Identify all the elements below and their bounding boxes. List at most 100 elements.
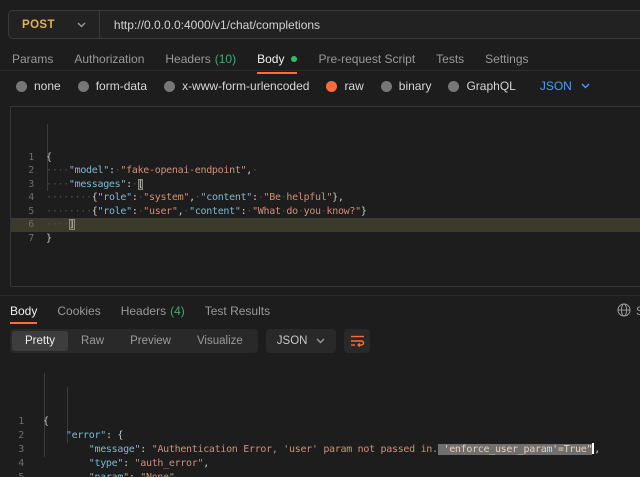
code-token: "Be [264,192,281,203]
code-token: "fake-openai-endpoint" [120,165,246,176]
response-body-viewer[interactable]: 1{2 "error": {3 "message": "Authenticati… [0,357,640,477]
chevron-down-icon [316,338,325,344]
code-text: ········{"role":·"user",·"content":·"Wha… [34,205,367,219]
code-line-7[interactable]: 7} [11,232,640,246]
wrap-text-button[interactable] [344,329,370,353]
code-token: helpful" [286,192,332,203]
code-token: "Authentication Error, 'user' param not … [152,444,438,455]
chevron-down-icon [77,22,86,28]
code-token: ···· [46,179,69,190]
code-line-5[interactable]: 5········{"role":·"user",·"content":·"Wh… [11,205,640,219]
separator [0,70,640,71]
code-token [43,430,66,441]
line-number: 3 [0,443,24,457]
tab-tests[interactable]: Tests [436,52,464,66]
tab-params[interactable]: Params [12,52,53,66]
view-visualize[interactable]: Visualize [184,331,256,351]
code-token: "system" [143,192,189,203]
request-tabs: Params Authorization Headers(10) Body Pr… [12,49,529,69]
tab-pre-request-script[interactable]: Pre-request Script [318,52,415,66]
code-line-6[interactable]: 6····] [11,218,640,232]
response-tab-headers[interactable]: Headers(4) [121,304,185,318]
code-text: ····"messages":·[ [34,178,143,192]
chevron-down-icon [581,83,590,89]
code-token: do [286,206,297,217]
code-token: "error" [66,430,106,441]
view-raw[interactable]: Raw [68,331,117,351]
code-line-1[interactable]: 1{ [11,151,640,165]
radio-binary[interactable]: binary [381,79,432,93]
tab-body[interactable]: Body [257,52,297,66]
radio-button-icon [164,81,175,92]
radio-form-data[interactable]: form-data [78,79,147,93]
code-token [43,444,89,455]
code-line-4[interactable]: 4 "type": "auth_error", [0,457,640,471]
selected-text: 'enforce_user_param'=True" [438,444,592,455]
code-token: } [361,206,367,217]
tab-headers[interactable]: Headers(10) [165,52,236,66]
code-token: · [132,179,138,190]
view-pretty[interactable]: Pretty [12,331,68,351]
radio-button-icon [381,81,392,92]
code-token: "user" [143,206,177,217]
code-token: · [252,165,258,176]
code-line-2[interactable]: 2····"model":·"fake-openai-endpoint",· [11,164,640,178]
response-language-select[interactable]: JSON [266,329,337,353]
code-token: ········ [46,192,92,203]
code-line-4[interactable]: 4········{"role":·"system",·"content":·"… [11,191,640,205]
line-number: 7 [11,232,34,246]
radio-button-icon [448,81,459,92]
code-line-2[interactable]: 2 "error": { [0,429,640,443]
code-text: { [24,415,49,429]
code-token: "content" [189,206,241,217]
code-token: "content" [201,192,253,203]
response-tab-body[interactable]: Body [10,304,37,318]
code-token: know?" [327,206,361,217]
radio-none[interactable]: none [16,79,61,93]
code-line-5[interactable]: 5 "param": "None", [0,471,640,477]
code-token: }, [332,192,343,203]
tab-authorization[interactable]: Authorization [74,52,144,66]
request-body-editor[interactable]: 1{2····"model":·"fake-openai-endpoint",·… [10,106,640,287]
code-token: , [203,458,209,469]
code-token: ] [69,219,75,230]
body-type-row: none form-data x-www-form-urlencoded raw… [16,77,590,95]
method-selector[interactable]: POST [9,11,99,38]
radio-graphql[interactable]: GraphQL [448,79,515,93]
response-toolbar: Pretty Raw Preview Visualize JSON [10,329,370,353]
code-line-1[interactable]: 1{ [0,415,640,429]
wrap-text-icon [350,334,365,348]
active-tab-underline [10,322,37,324]
code-text: "param": "None", [24,471,180,477]
code-token: : [140,444,151,455]
code-token [43,472,89,477]
tab-settings[interactable]: Settings [485,52,528,66]
view-preview[interactable]: Preview [117,331,184,351]
radio-x-www-form-urlencoded[interactable]: x-www-form-urlencoded [164,79,309,93]
code-token: ···· [46,165,69,176]
headers-count-badge: (4) [170,304,185,318]
line-number: 5 [11,205,34,219]
code-token: "role" [98,192,132,203]
code-token: } [46,233,52,244]
active-tab-underline [257,72,297,74]
url-input[interactable]: http://0.0.0.0:4000/v1/chat/completions [100,18,320,32]
code-token: "role" [98,206,132,217]
request-language-select[interactable]: JSON [540,79,590,93]
code-text: "message": "Authentication Error, 'user'… [24,443,600,457]
code-token: ········ [46,206,92,217]
code-line-3[interactable]: 3····"messages":·[ [11,178,640,192]
line-number: 6 [11,218,34,232]
code-token: { [43,416,49,427]
globe-icon[interactable] [617,303,631,322]
response-tab-cookies[interactable]: Cookies [57,304,100,318]
line-number: 2 [11,164,34,178]
code-line-3[interactable]: 3 "message": "Authentication Error, 'use… [0,443,640,457]
code-token: "type" [89,458,123,469]
code-token: { [46,152,52,163]
radio-raw[interactable]: raw [326,79,363,93]
response-tab-test-results[interactable]: Test Results [205,304,270,318]
response-tabs: Body Cookies Headers(4) Test Results [10,301,270,321]
line-number: 2 [0,429,24,443]
code-token: "param" [89,472,129,477]
